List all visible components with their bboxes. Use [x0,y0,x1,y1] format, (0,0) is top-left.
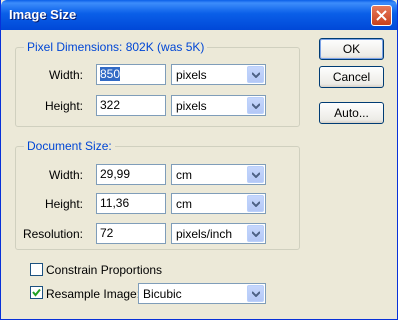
resolution-label: Resolution: [22,227,83,241]
doc-width-unit-select[interactable]: cm [171,164,266,185]
doc-width-unit: cm [176,168,192,182]
pixel-width-unit-select[interactable]: pixels [171,64,266,85]
doc-height-value: 11,36 [100,196,130,210]
doc-height-label: Height: [44,197,83,211]
cancel-button[interactable]: Cancel [319,66,384,88]
resample-image-checkbox[interactable] [30,286,43,299]
resolution-value: 72 [100,226,114,240]
doc-width-label: Width: [48,168,83,182]
doc-width-input[interactable]: 29,99 [96,164,166,185]
document-size-legend: Document Size: [24,139,115,153]
close-icon [376,10,387,21]
image-size-dialog: Image Size Pixel Dimensions: 802K (was 5… [0,0,398,320]
title-bar[interactable]: Image Size [1,0,397,30]
ok-button[interactable]: OK [319,38,384,60]
pixel-dimensions-legend: Pixel Dimensions: 802K (was 5K) [24,40,208,54]
pixel-height-unit: pixels [176,99,207,113]
pixel-width-value: 850 [100,67,121,81]
pixel-height-value: 322 [100,98,121,112]
chevron-down-icon[interactable] [247,66,264,83]
resample-image-label[interactable]: Resample Image: [46,287,140,301]
pixel-height-label: Height: [44,99,83,113]
pixel-width-input[interactable]: 850 [96,64,166,85]
pixel-width-label: Width: [48,68,83,82]
chevron-down-icon[interactable] [247,195,264,212]
resolution-unit-select[interactable]: pixels/inch [171,223,266,244]
doc-height-unit: cm [176,197,192,211]
pixel-height-unit-select[interactable]: pixels [171,95,266,116]
chevron-down-icon[interactable] [247,225,264,242]
doc-width-value: 29,99 [100,167,131,181]
pixel-height-input[interactable]: 322 [96,95,166,116]
resolution-input[interactable]: 72 [96,223,166,244]
resolution-unit: pixels/inch [176,227,233,241]
chevron-down-icon[interactable] [247,97,264,114]
constrain-proportions-checkbox[interactable] [30,263,43,276]
resample-method-select[interactable]: Bicubic [138,283,266,304]
resample-method: Bicubic [143,287,182,301]
auto-button[interactable]: Auto... [319,102,384,124]
chevron-down-icon[interactable] [247,285,264,302]
close-button[interactable] [371,5,392,26]
constrain-proportions-label[interactable]: Constrain Proportions [46,263,162,277]
chevron-down-icon[interactable] [247,166,264,183]
checkmark-icon [32,288,41,297]
doc-height-unit-select[interactable]: cm [171,193,266,214]
doc-height-input[interactable]: 11,36 [96,193,166,214]
pixel-width-unit: pixels [176,68,207,82]
window-title: Image Size [9,7,77,22]
